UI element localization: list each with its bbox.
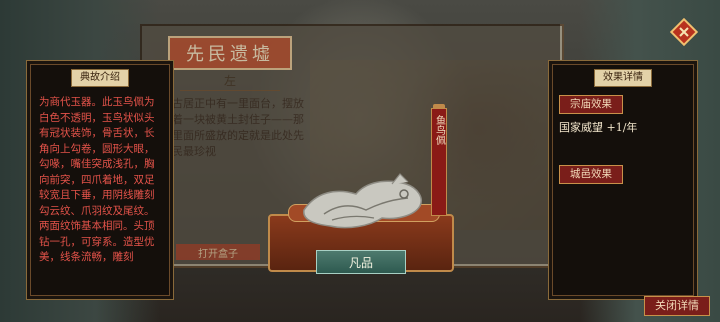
artifact-rank-label: 凡品 [316,250,406,274]
effect-panel: 效果详情 宗庙效果 国家威望 +1/年 城邑效果 [548,60,698,300]
temple-effect-button[interactable]: 宗庙效果 [559,95,623,114]
close-x-diamond-icon[interactable] [670,18,698,46]
jade-bird-pendant-artifact [303,173,422,229]
effect-panel-header: 效果详情 [594,69,652,87]
scroll-title: 先民遗墟 [168,36,292,70]
open-box-button: 打开盒子 [176,244,260,260]
city-effect-button[interactable]: 城邑效果 [559,165,623,184]
temple-effect-text: 国家威望 +1/年 [559,121,638,134]
close-detail-button[interactable]: 关闭详情 [644,296,710,316]
scroll-story-text: 古居正中有一里面台，摆放着一块被黄土封住子——那里面所盛放的定就是此处先民最珍视 [172,97,304,158]
lore-panel-header: 典故介绍 [71,69,129,87]
scroll-subtitle: 左 [180,72,280,91]
artifact-description: 为商代玉器。此玉鸟佩为白色不透明，玉鸟状似头有冠状装饰，骨舌状，长角向上勾卷，圆… [39,96,155,263]
artifact-name-banner: 鱼鸟佩 [431,108,447,216]
lore-panel: 典故介绍 为商代玉器。此玉鸟佩为白色不透明，玉鸟状似头有冠状装饰，骨舌状，长角向… [26,60,174,300]
